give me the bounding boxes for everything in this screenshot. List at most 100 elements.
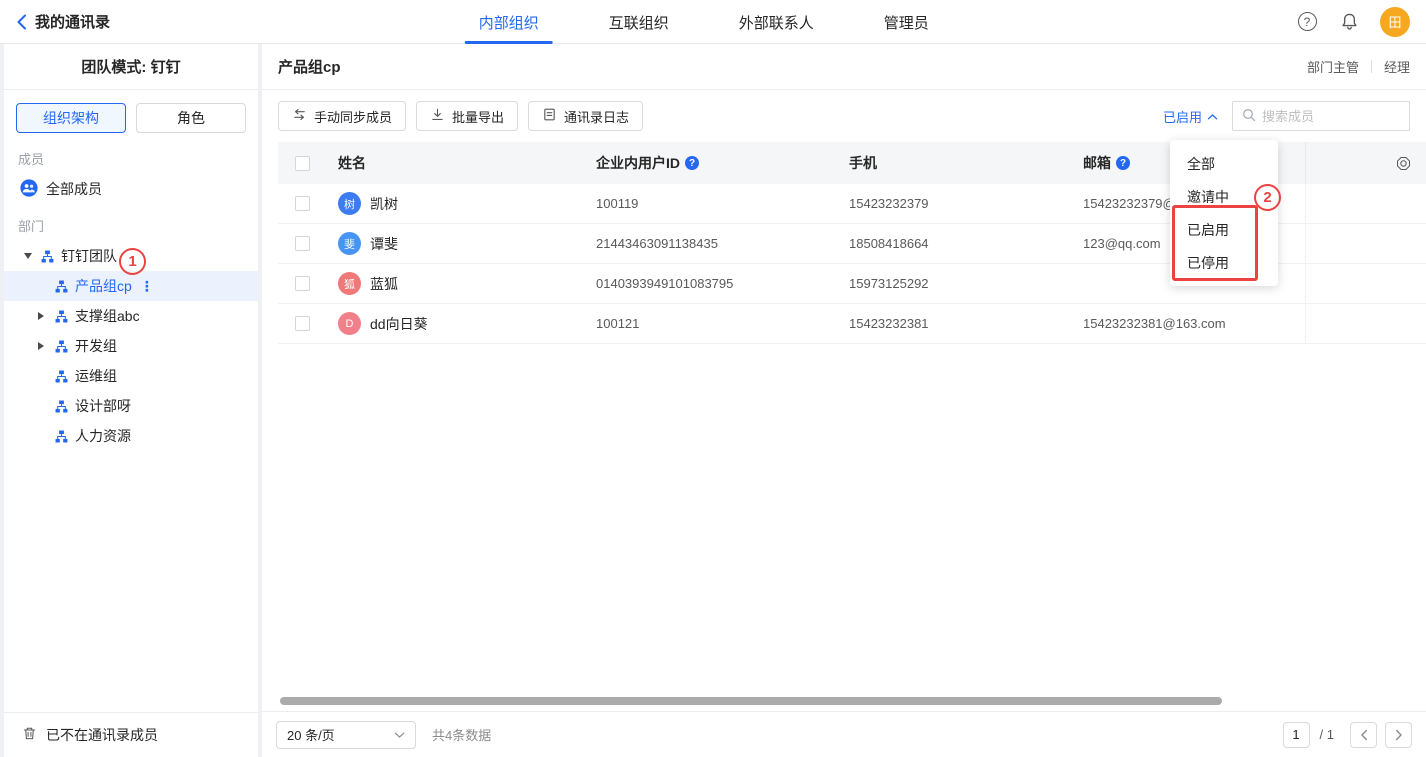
- tree-item-label: 设计部呀: [75, 396, 131, 416]
- tree-item-label: 运维组: [75, 366, 117, 386]
- notification-bell-icon[interactable]: [1338, 11, 1360, 33]
- table-row[interactable]: D dd向日葵 100121 15423232381 15423232381@1…: [278, 304, 1426, 344]
- member-id: 100119: [596, 196, 849, 211]
- main-panel: 产品组cp 部门主管 经理 手动同步成员 批量导出: [262, 44, 1426, 757]
- all-members-item[interactable]: 全部成员: [4, 172, 258, 206]
- page-size-value: 20 条/页: [287, 725, 335, 744]
- top-bar: 我的通讯录 内部组织 互联组织 外部联系人 管理员 ? 田: [0, 0, 1426, 44]
- tree-item-design-dept[interactable]: 设计部呀: [4, 391, 258, 421]
- column-settings-gear-icon[interactable]: [1396, 156, 1411, 171]
- divider: [1371, 60, 1372, 73]
- avatar: 斐: [338, 232, 361, 255]
- member-id: 100121: [596, 316, 849, 331]
- member-section-label: 成员: [4, 139, 258, 172]
- horizontal-scrollbar[interactable]: [280, 697, 1222, 705]
- email-help-icon[interactable]: ?: [1116, 156, 1130, 170]
- back-button[interactable]: 我的通讯录: [16, 11, 110, 32]
- annotation-step-1: 1: [119, 248, 146, 275]
- tab-external-contacts[interactable]: 外部联系人: [733, 0, 820, 44]
- removed-members-label: 已不在通讯录成员: [46, 725, 158, 745]
- avatar: D: [338, 312, 361, 335]
- tree-item-product-group[interactable]: 产品组cp ⋮: [4, 271, 258, 301]
- removed-members-item[interactable]: 已不在通讯录成员: [4, 712, 258, 757]
- back-title: 我的通讯录: [35, 11, 110, 32]
- member-phone: 15423232379: [849, 196, 1083, 211]
- select-all-checkbox[interactable]: [295, 156, 310, 171]
- member-name: dd向日葵: [370, 314, 428, 334]
- caret-down-icon[interactable]: [24, 253, 41, 259]
- avatar: 树: [338, 192, 361, 215]
- row-checkbox[interactable]: [295, 196, 310, 211]
- avatar: 狐: [338, 272, 361, 295]
- column-header-phone: 手机: [849, 153, 1083, 173]
- tree-item-label: 开发组: [75, 336, 117, 356]
- top-tabs: 内部组织 互联组织 外部联系人 管理员: [473, 0, 935, 44]
- tree-item-label: 人力资源: [75, 426, 131, 446]
- trash-icon: [22, 726, 37, 744]
- row-checkbox[interactable]: [295, 236, 310, 251]
- row-checkbox[interactable]: [295, 316, 310, 331]
- member-phone: 15423232381: [849, 316, 1083, 331]
- page-title: 产品组cp: [278, 56, 341, 77]
- batch-export-button[interactable]: 批量导出: [416, 101, 518, 131]
- members-group-icon: [20, 179, 38, 200]
- org-structure-toggle[interactable]: 组织架构: [16, 103, 126, 133]
- tree-item-ops-group[interactable]: 运维组: [4, 361, 258, 391]
- page-size-select[interactable]: 20 条/页: [276, 721, 416, 749]
- org-icon: [55, 370, 68, 383]
- download-icon: [430, 107, 445, 125]
- tab-admin[interactable]: 管理员: [878, 0, 935, 44]
- current-page-input[interactable]: 1: [1283, 722, 1310, 748]
- member-name: 凯树: [370, 194, 398, 214]
- org-icon: [55, 340, 68, 353]
- member-search-box[interactable]: [1232, 101, 1410, 131]
- org-icon: [55, 280, 68, 293]
- team-mode-title: 团队模式: 钉钉: [4, 44, 258, 90]
- member-phone: 18508418664: [849, 236, 1083, 251]
- tree-item-label: 支撑组abc: [75, 306, 140, 326]
- sidebar: 团队模式: 钉钉 组织架构 角色 成员 全部成员 部门 钉钉团队: [4, 44, 258, 757]
- annotation-step-2: 2: [1254, 184, 1281, 211]
- search-icon: [1242, 108, 1256, 125]
- back-chevron-icon: [16, 14, 27, 30]
- manual-sync-button[interactable]: 手动同步成员: [278, 101, 406, 131]
- status-filter-value: 已启用: [1163, 107, 1202, 126]
- status-filter-dropdown[interactable]: 已启用: [1163, 107, 1218, 126]
- filter-option-all[interactable]: 全部: [1170, 147, 1278, 180]
- role-toggle[interactable]: 角色: [136, 103, 246, 133]
- row-checkbox[interactable]: [295, 276, 310, 291]
- caret-right-icon[interactable]: [38, 312, 55, 320]
- member-email: 15423232381@163.com: [1083, 316, 1305, 331]
- chevron-up-icon: [1207, 109, 1218, 124]
- chevron-down-icon: [394, 727, 405, 742]
- more-options-icon[interactable]: ⋮: [140, 278, 154, 295]
- search-input[interactable]: [1262, 109, 1400, 124]
- next-page-button[interactable]: [1385, 722, 1412, 748]
- org-icon: [55, 310, 68, 323]
- dept-section-label: 部门: [4, 206, 258, 239]
- annotation-box-step-2: [1172, 205, 1258, 281]
- help-icon[interactable]: ?: [1296, 11, 1318, 33]
- member-name: 蓝狐: [370, 274, 398, 294]
- user-avatar[interactable]: 田: [1380, 7, 1410, 37]
- column-header-email: 邮箱: [1083, 153, 1111, 173]
- caret-right-icon[interactable]: [38, 342, 55, 350]
- tab-connected-org[interactable]: 互联组织: [603, 0, 675, 44]
- member-name: 谭斐: [370, 234, 398, 254]
- org-icon: [55, 430, 68, 443]
- tab-internal-org[interactable]: 内部组织: [473, 0, 545, 44]
- member-phone: 15973125292: [849, 276, 1083, 291]
- tree-item-dev-group[interactable]: 开发组: [4, 331, 258, 361]
- id-help-icon[interactable]: ?: [685, 156, 699, 170]
- prev-page-button[interactable]: [1350, 722, 1377, 748]
- column-header-name: 姓名: [338, 153, 596, 173]
- tree-item-support-group[interactable]: 支撑组abc: [4, 301, 258, 331]
- tree-item-hr[interactable]: 人力资源: [4, 421, 258, 451]
- member-id: 0140393949101083795: [596, 276, 849, 291]
- manager-role-link[interactable]: 经理: [1384, 57, 1410, 76]
- dept-manager-link[interactable]: 部门主管: [1307, 57, 1359, 76]
- all-members-label: 全部成员: [46, 179, 102, 199]
- tree-item-label: 钉钉团队: [61, 246, 117, 266]
- contact-log-button[interactable]: 通讯录日志: [528, 101, 643, 131]
- content-area: 团队模式: 钉钉 组织架构 角色 成员 全部成员 部门 钉钉团队: [0, 44, 1426, 757]
